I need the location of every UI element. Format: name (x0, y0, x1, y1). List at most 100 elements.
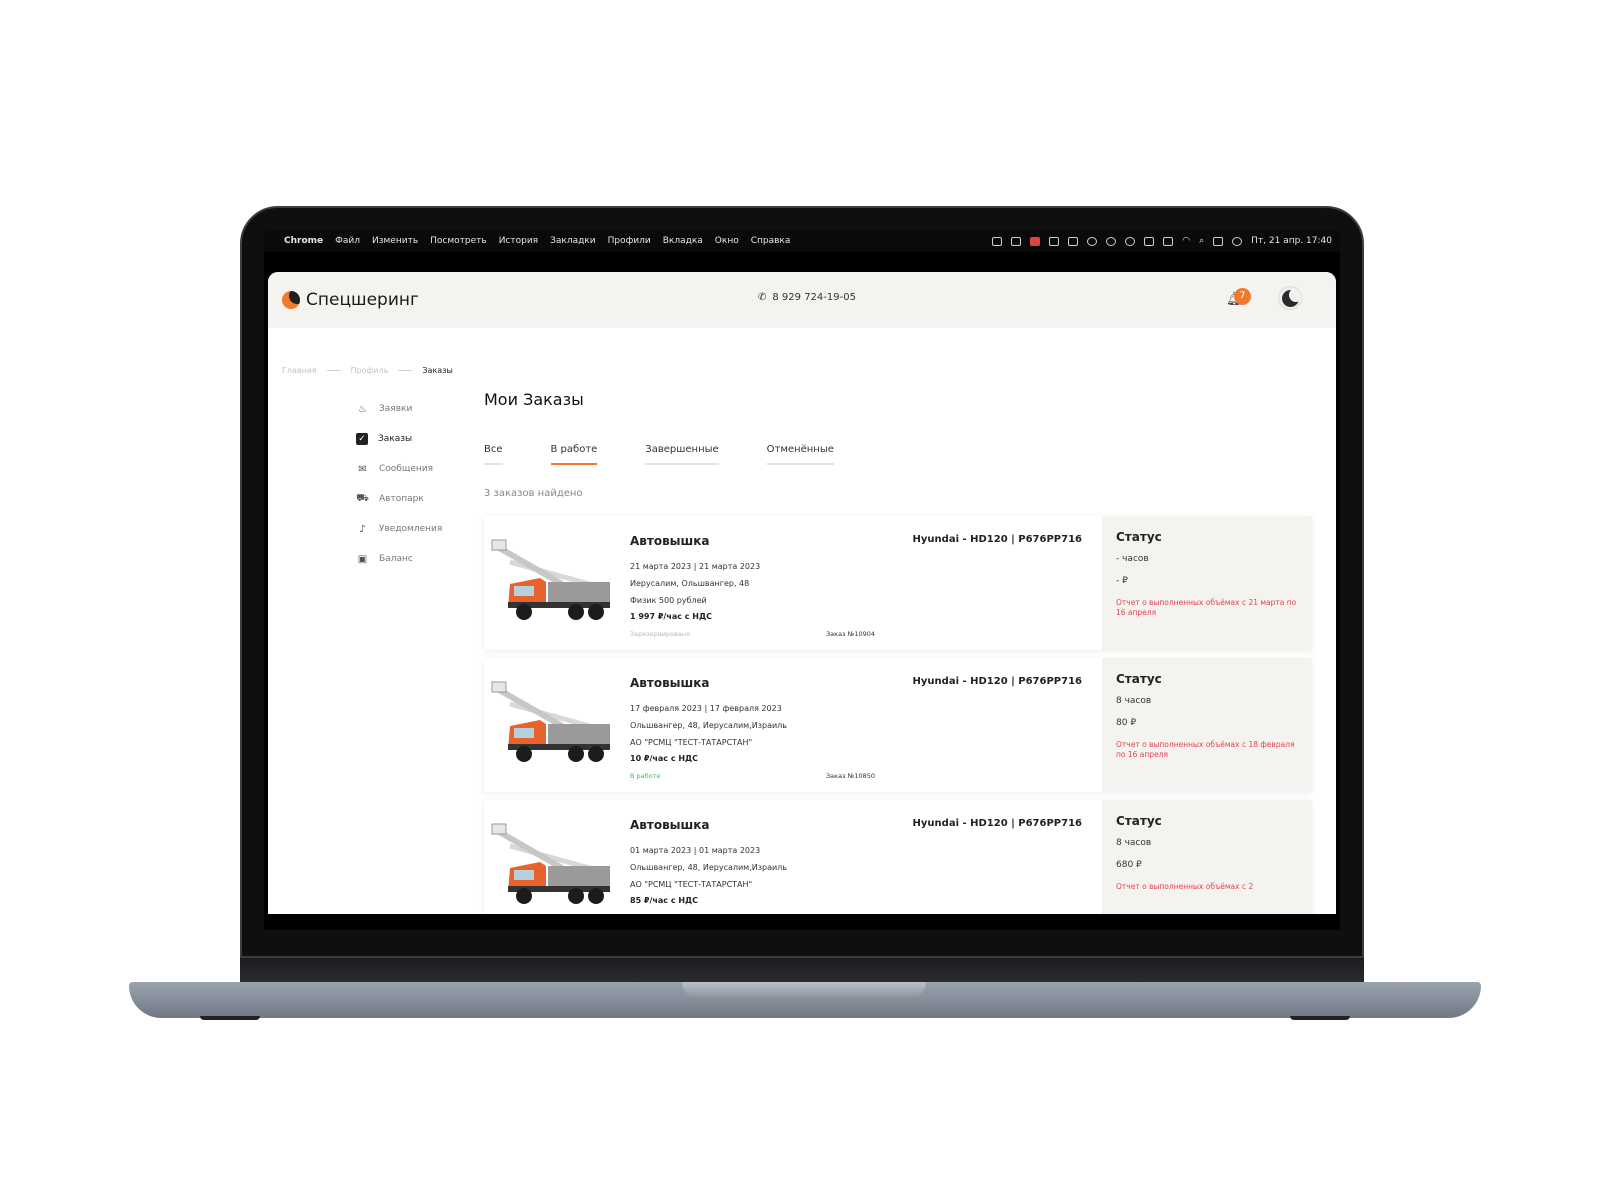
order-card-main: Автовышка Hyundai - HD120 | Р676РР716 17… (484, 658, 1102, 792)
status-title: Статус (1116, 672, 1162, 686)
play-icon[interactable] (1125, 236, 1136, 246)
web-page: Спецшеринг ✆ 8 929 724-19-05 🔔︎ 7 Главна… (268, 272, 1336, 914)
order-address: Ольшвангер, 48, Иерусалим,Израиль (630, 863, 788, 872)
status-app-icon[interactable] (992, 236, 1003, 246)
tab-cancelled[interactable]: Отменённые (766, 444, 834, 465)
phone-icon: ✆ (758, 292, 767, 303)
menubar-item-tab[interactable]: Вкладка (663, 236, 703, 246)
tab-in-work[interactable]: В работе (550, 444, 598, 465)
breadcrumb-profile[interactable]: Профиль (351, 366, 389, 375)
keyboard-layout-icon[interactable] (1144, 236, 1155, 246)
status-hours: - часов (1116, 554, 1149, 564)
order-status-panel: Статус 8 часов 680 ₽ Отчет о выполненных… (1102, 800, 1312, 914)
logo-text: Спецшеринг (306, 290, 419, 310)
phone-number: 8 929 724-19-05 (772, 292, 856, 303)
sidebar-item-notifications[interactable]: ♪ Уведомления (356, 514, 476, 544)
mail-icon: ✉ (358, 463, 367, 475)
aerial-platform-truck-image (491, 823, 610, 904)
notifications-badge: 7 (1234, 288, 1251, 305)
status-hours: 8 часов (1116, 838, 1152, 848)
order-vehicle: Hyundai - HD120 | Р676РР716 (912, 676, 1082, 687)
order-address: Иерусалим, Ольшвангер, 48 (630, 579, 750, 588)
orders-list: Автовышка Hyundai - HD120 | Р676РР716 21… (484, 516, 1312, 914)
user-avatar[interactable] (1278, 286, 1302, 310)
laptop-screen: Chrome Файл Изменить Посмотреть История … (264, 230, 1340, 930)
sidebar-item-label: Автопарк (379, 494, 424, 504)
header-phone[interactable]: ✆ 8 929 724-19-05 (758, 292, 856, 303)
sidebar-item-fleet[interactable]: ⛟ Автопарк (356, 484, 476, 514)
menubar-item-file[interactable]: Файл (335, 236, 360, 246)
order-status-panel: Статус - часов - ₽ Отчет о выполненных о… (1102, 516, 1312, 650)
order-card[interactable]: Автовышка Hyundai - HD120 | Р676РР716 01… (484, 800, 1312, 914)
status-red-app-icon[interactable] (1030, 236, 1041, 246)
mockup-stage: Chrome Файл Изменить Посмотреть История … (0, 0, 1600, 1200)
order-card[interactable]: Автовышка Hyundai - HD120 | Р676РР716 17… (484, 658, 1312, 792)
order-dates: 21 марта 2023 | 21 марта 2023 (630, 562, 761, 571)
breadcrumb-separator (398, 370, 413, 371)
tab-all[interactable]: Все (484, 444, 503, 465)
laptop-hinge (240, 958, 1364, 984)
menubar-app-name[interactable]: Chrome (284, 236, 323, 246)
checkbox-icon: ✓ (356, 433, 368, 445)
report-link[interactable]: Отчет о выполненных объёмах с 2 (1116, 882, 1298, 892)
menubar-item-history[interactable]: История (499, 236, 538, 246)
logo-icon (282, 291, 300, 309)
battery-icon[interactable] (1163, 236, 1174, 246)
sidebar-item-orders[interactable]: ✓ Заказы (356, 424, 476, 454)
bell-icon: ♪ (359, 523, 366, 535)
pen-icon[interactable] (1049, 236, 1060, 246)
sidebar-item-messages[interactable]: ✉ Сообщения (356, 454, 476, 484)
order-card[interactable]: Автовышка Hyundai - HD120 | Р676РР716 21… (484, 516, 1312, 650)
profile-sidebar: ♨ Заявки ✓ Заказы ✉ Сообщения ⛟ Автопарк… (356, 394, 476, 574)
order-status-label: В работе (630, 772, 661, 780)
wallet-icon: ▣ (357, 553, 368, 565)
search-icon[interactable]: ⌕ (1199, 236, 1204, 246)
report-link[interactable]: Отчет о выполненных объёмах с 18 февраля… (1116, 740, 1298, 760)
cloud-icon[interactable] (1087, 236, 1098, 246)
order-name: Автовышка (630, 534, 710, 548)
site-logo[interactable]: Спецшеринг (282, 290, 419, 310)
order-dates: 01 марта 2023 | 01 марта 2023 (630, 846, 761, 855)
sidebar-item-requests[interactable]: ♨ Заявки (356, 394, 476, 424)
menubar-item-edit[interactable]: Изменить (372, 236, 418, 246)
breadcrumb-home[interactable]: Главная (282, 366, 317, 375)
order-vehicle: Hyundai - HD120 | Р676РР716 (912, 534, 1082, 545)
menubar-item-view[interactable]: Посмотреть (430, 236, 487, 246)
notifications-button[interactable]: 🔔︎ 7 (1226, 288, 1252, 310)
order-address: Ольшвангер, 48, Иерусалим,Израиль (630, 721, 788, 730)
order-price: 85 ₽/час с НДС (630, 896, 699, 905)
clipboard-icon[interactable] (1068, 236, 1079, 246)
menubar-item-help[interactable]: Справка (751, 236, 791, 246)
breadcrumb-current: Заказы (422, 366, 453, 375)
breadcrumb: Главная Профиль Заказы (282, 366, 453, 375)
eye-icon[interactable] (1106, 236, 1117, 246)
wifi-icon[interactable]: ◠ (1182, 236, 1190, 246)
tab-completed[interactable]: Завершенные (645, 444, 719, 465)
order-card-main: Автовышка Hyundai - HD120 | Р676РР716 01… (484, 800, 1102, 914)
menubar-item-profiles[interactable]: Профили (608, 236, 651, 246)
sidebar-item-balance[interactable]: ▣ Баланс (356, 544, 476, 574)
aerial-platform-truck-image (491, 539, 610, 620)
order-price: 1 997 ₽/час с НДС (630, 612, 712, 621)
order-number: Заказ №10850 (826, 772, 876, 780)
report-link[interactable]: Отчет о выполненных объёмах с 21 марта п… (1116, 598, 1298, 618)
order-client: АО "РСМЦ "ТЕСТ-ТАТАРСТАН" (630, 880, 753, 889)
control-center-icon[interactable] (1213, 236, 1224, 246)
site-header: Спецшеринг ✆ 8 929 724-19-05 🔔︎ 7 (268, 272, 1336, 328)
siri-icon[interactable] (1232, 236, 1243, 246)
dropbox-icon[interactable] (1011, 236, 1022, 246)
order-dates: 17 февраля 2023 | 17 февраля 2023 (630, 704, 782, 713)
fire-icon: ♨ (358, 403, 367, 415)
sidebar-item-label: Заявки (379, 404, 413, 414)
sidebar-item-label: Баланс (379, 554, 413, 564)
status-title: Статус (1116, 814, 1162, 828)
menubar-item-bookmarks[interactable]: Закладки (550, 236, 596, 246)
menubar-status-area: ◠ ⌕ Пт, 21 апр. 17:40 (992, 236, 1332, 246)
order-vehicle: Hyundai - HD120 | Р676РР716 (912, 818, 1082, 829)
status-title: Статус (1116, 530, 1162, 544)
menubar-item-window[interactable]: Окно (715, 236, 739, 246)
status-amount: 680 ₽ (1116, 860, 1142, 870)
laptop-foot-left (200, 1016, 260, 1020)
aerial-platform-truck-image (491, 681, 610, 762)
menubar-clock[interactable]: Пт, 21 апр. 17:40 (1251, 236, 1332, 246)
